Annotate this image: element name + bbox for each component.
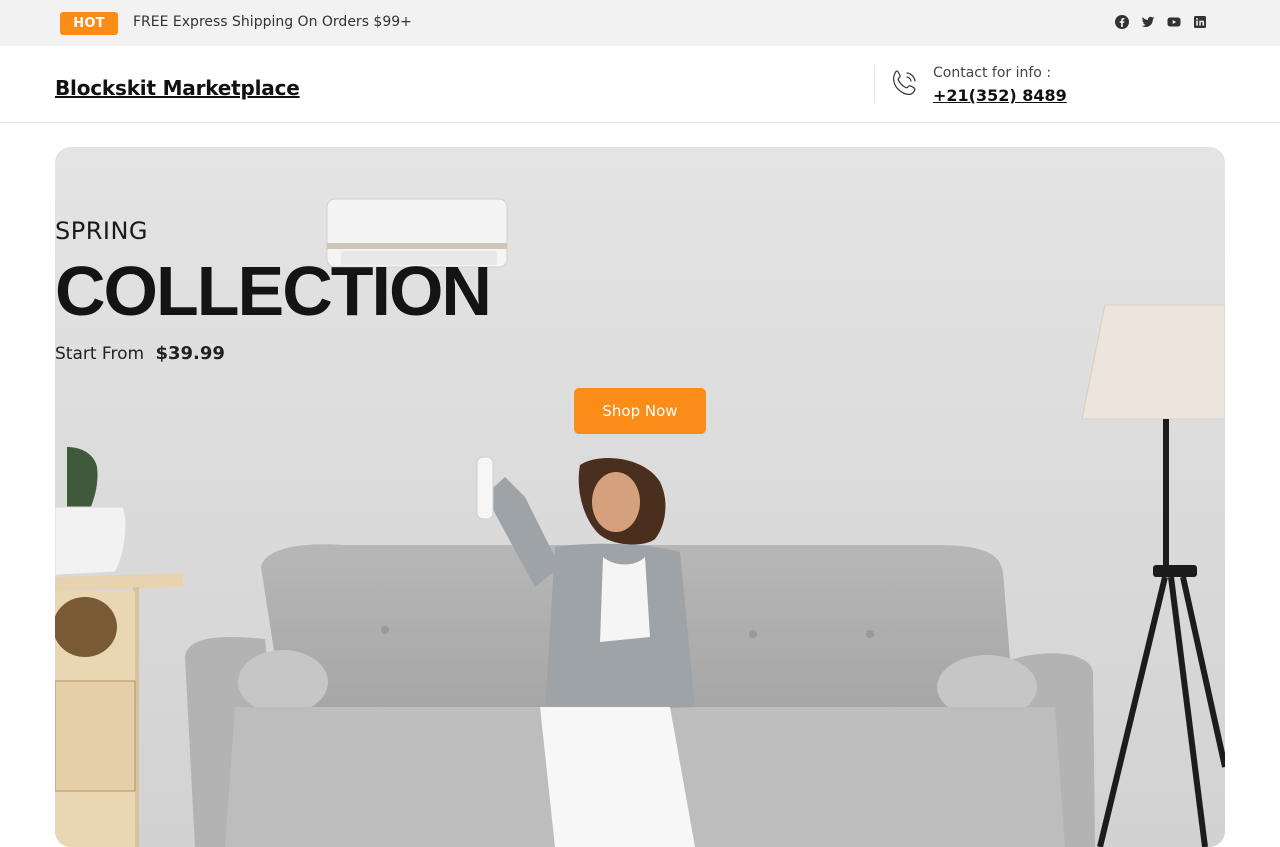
contact-divider — [874, 65, 875, 103]
hero-eyebrow: SPRING — [55, 217, 149, 245]
contact-phone-number[interactable]: +21(352) 8489 — [933, 86, 1067, 105]
twitter-icon[interactable] — [1140, 14, 1156, 30]
social-links — [1114, 14, 1208, 30]
promo-text: FREE Express Shipping On Orders $99+ — [133, 14, 412, 30]
hero-price: $39.99 — [155, 343, 225, 364]
topbar: HOT FREE Express Shipping On Orders $99+ — [0, 0, 1280, 46]
linkedin-icon[interactable] — [1192, 14, 1208, 30]
site-header: Blockskit Marketplace — [0, 46, 1280, 123]
price-prefix: Start From — [55, 344, 145, 364]
brand-logo[interactable]: Blockskit Marketplace — [55, 76, 300, 100]
contact-label: Contact for info : — [933, 65, 1052, 81]
hero-headline: COLLECTION — [55, 252, 492, 330]
hero-price-line: Start From $39.99 — [55, 343, 1225, 364]
hero-banner: SPRING COLLECTION Start From $39.99 Shop… — [55, 147, 1225, 847]
youtube-icon[interactable] — [1166, 14, 1182, 30]
shop-now-button[interactable]: Shop Now — [574, 388, 706, 434]
phone-icon — [889, 67, 921, 99]
hot-badge: HOT — [60, 12, 118, 35]
facebook-icon[interactable] — [1114, 14, 1130, 30]
